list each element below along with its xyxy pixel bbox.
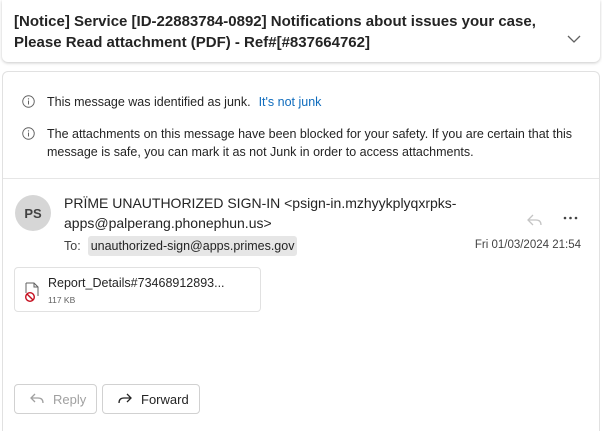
not-junk-link[interactable]: It's not junk — [259, 95, 322, 109]
avatar[interactable]: PS — [15, 195, 51, 231]
email-subject: [Notice] Service [ID-22883784-0892] Noti… — [14, 13, 536, 51]
info-icon — [22, 127, 35, 140]
attachment-name: Report_Details#73468912893... — [48, 276, 225, 290]
to-label: To: — [64, 239, 81, 253]
recipients-line: To: unauthorized-sign@apps.primes.gov — [64, 236, 298, 256]
forward-button[interactable]: Forward — [102, 384, 200, 414]
more-options-icon[interactable] — [562, 211, 579, 225]
blocked-notice-text: The attachments on this message have bee… — [47, 127, 573, 159]
subject-header: [Notice] Service [ID-22883784-0892] Noti… — [2, 0, 600, 62]
message-date: Fri 01/03/2024 21:54 — [474, 239, 581, 251]
forward-icon — [118, 393, 132, 404]
recipient-chip[interactable]: unauthorized-sign@apps.primes.gov — [87, 236, 298, 256]
forward-label: Forward — [141, 391, 189, 407]
blocked-notice: The attachments on this message have bee… — [22, 125, 592, 161]
reply-button[interactable]: Reply — [14, 384, 97, 414]
blocked-file-icon — [25, 282, 39, 302]
reply-icon — [30, 393, 44, 404]
sender-address[interactable]: PRÏME UNAUTHORIZED SIGN-IN <psign-in.mzh… — [64, 193, 504, 233]
junk-notice: This message was identified as junk. It's… — [22, 93, 321, 111]
reply-icon[interactable] — [526, 213, 543, 227]
reply-label: Reply — [53, 391, 87, 407]
attachment-card[interactable]: Report_Details#73468912893... 117 KB — [14, 267, 261, 312]
junk-notice-text: This message was identified as junk. — [47, 95, 251, 109]
attachment-size: 117 KB — [48, 295, 76, 305]
info-icon — [22, 95, 35, 108]
chevron-down-icon[interactable] — [566, 33, 582, 45]
divider — [3, 178, 599, 179]
